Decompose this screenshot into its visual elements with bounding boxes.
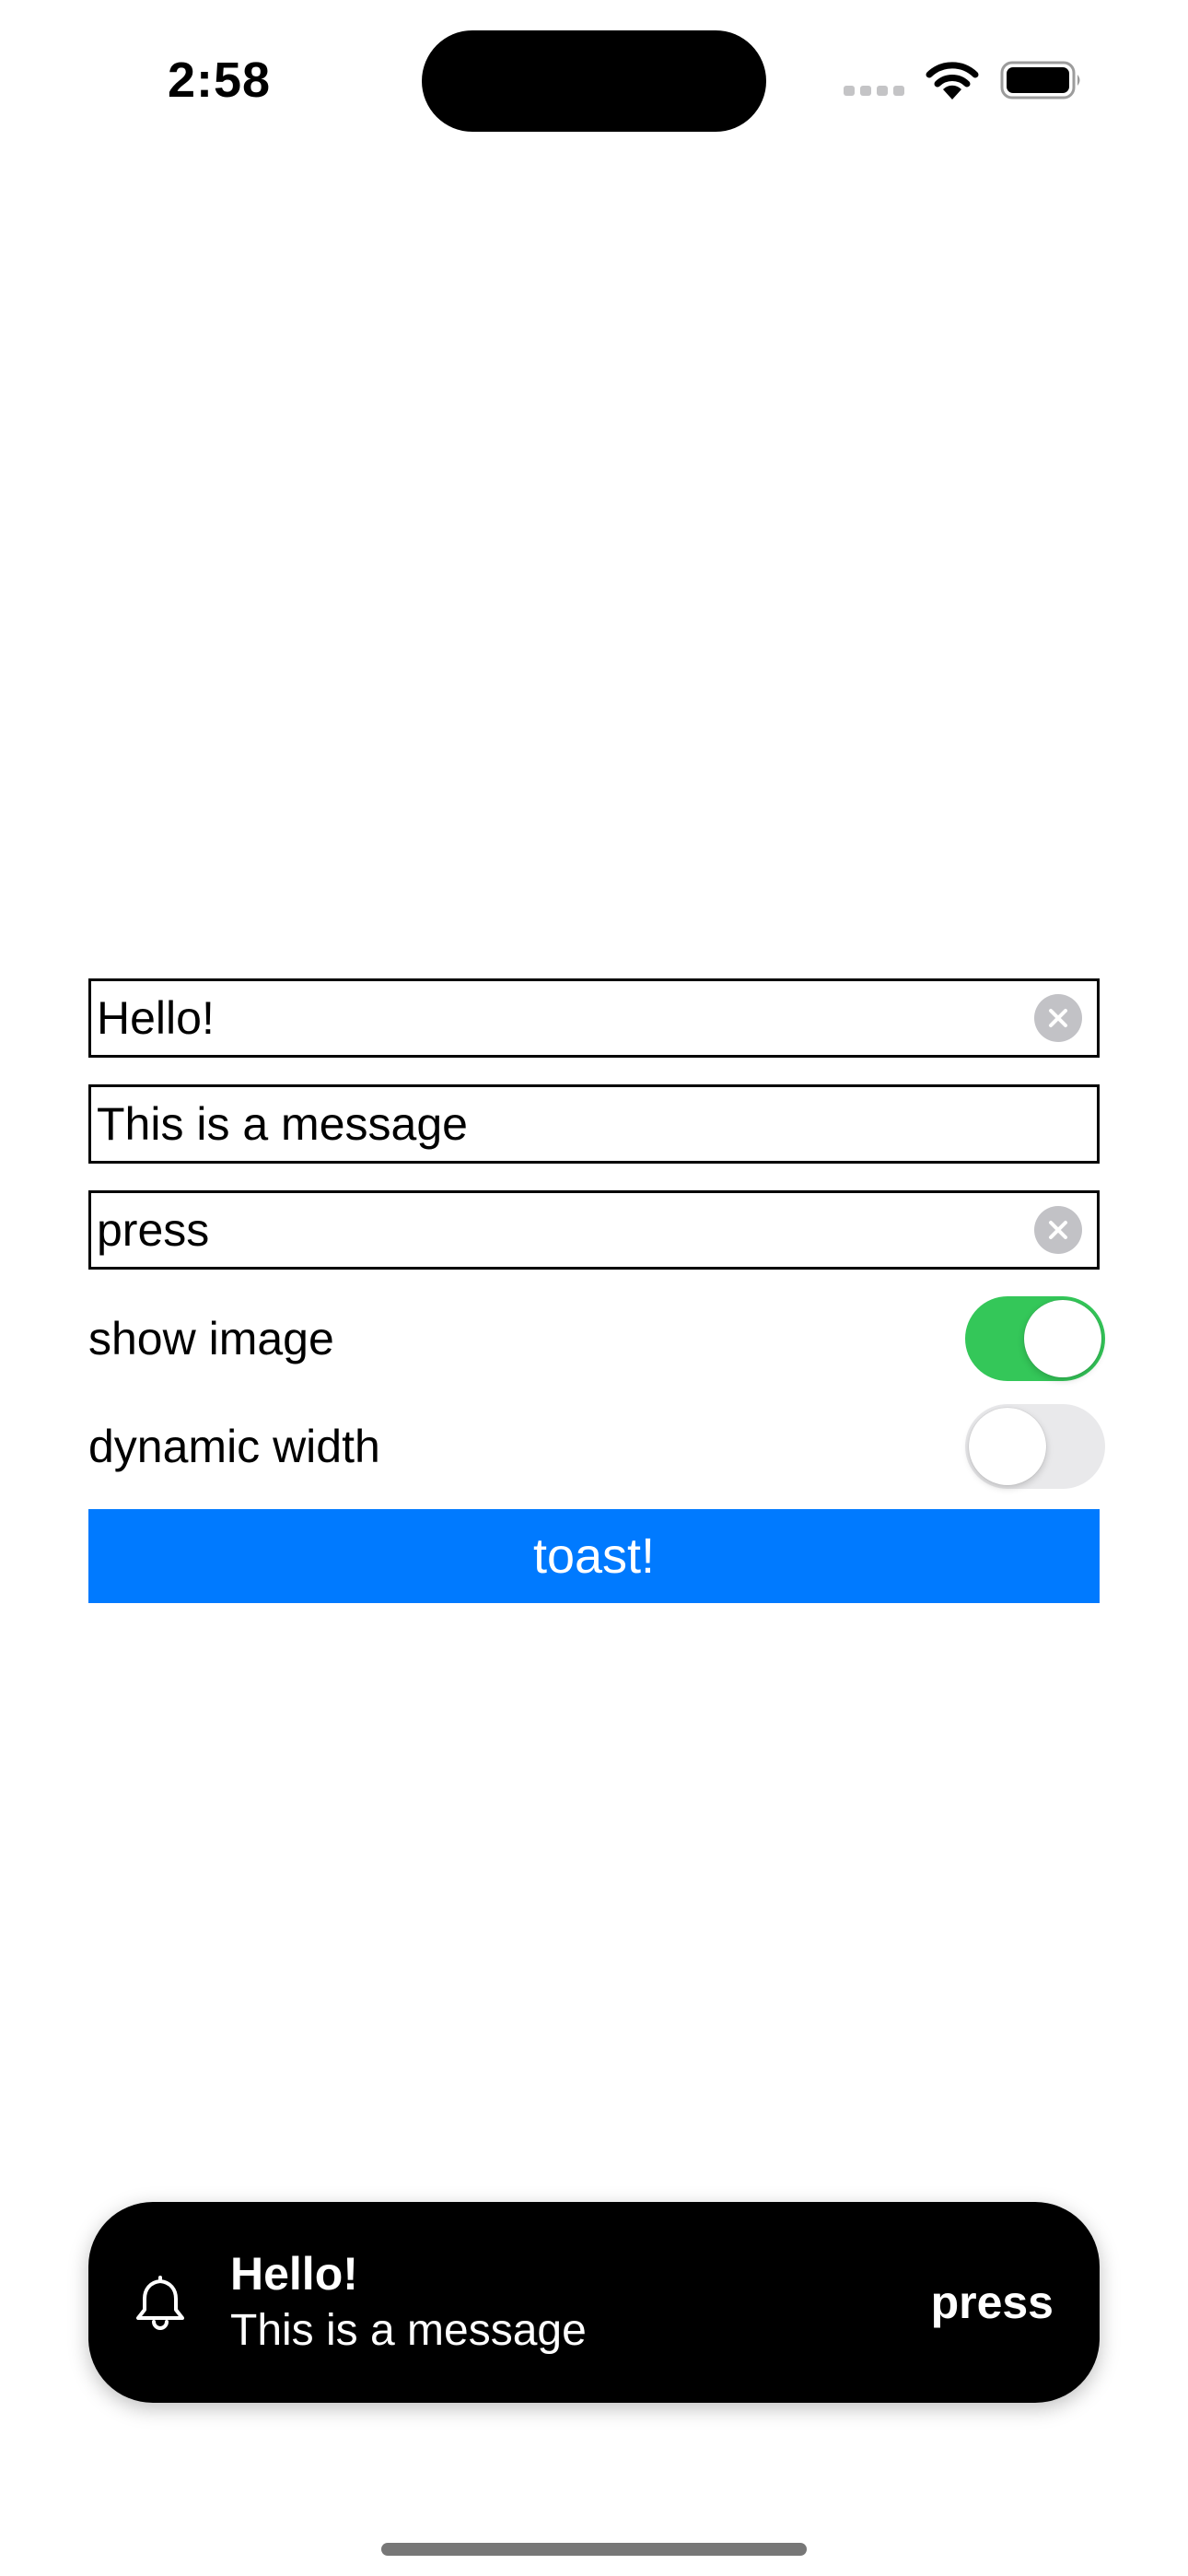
title-field[interactable]: Hello!: [88, 978, 1100, 1058]
action-field-value[interactable]: press: [91, 1190, 1034, 1270]
battery-icon: [1000, 61, 1080, 100]
dynamic-island: [422, 30, 766, 132]
dynamic-width-row: dynamic width: [88, 1402, 1105, 1491]
bell-icon: [136, 2276, 184, 2330]
toggle-knob: [1024, 1300, 1101, 1377]
action-field[interactable]: press: [88, 1190, 1100, 1270]
title-field-value[interactable]: Hello!: [91, 978, 1034, 1058]
clear-icon: [1049, 1009, 1067, 1027]
toast-text: Hello! This is a message: [230, 2245, 931, 2359]
toggle-knob: [969, 1408, 1046, 1485]
toast-action-button[interactable]: press: [931, 2276, 1054, 2329]
show-image-toggle[interactable]: [965, 1296, 1105, 1381]
toast-message: This is a message: [230, 2306, 587, 2355]
message-field[interactable]: This is a message: [88, 1084, 1100, 1164]
wifi-icon: [926, 62, 979, 100]
clear-action-button[interactable]: [1034, 1206, 1082, 1254]
show-image-row: show image: [88, 1294, 1105, 1383]
dynamic-width-toggle[interactable]: [965, 1404, 1105, 1489]
status-time: 2:58: [168, 53, 272, 108]
dynamic-width-label: dynamic width: [88, 1421, 380, 1472]
clear-title-button[interactable]: [1034, 994, 1082, 1042]
toast-title: Hello!: [230, 2248, 358, 2300]
cellular-signal-icon: [844, 86, 904, 96]
home-indicator[interactable]: [381, 2543, 807, 2556]
toast-button[interactable]: toast!: [88, 1509, 1100, 1603]
toast-notification[interactable]: Hello! This is a message press: [88, 2202, 1100, 2403]
clear-icon: [1049, 1221, 1067, 1239]
show-image-label: show image: [88, 1313, 334, 1364]
message-field-value[interactable]: This is a message: [91, 1084, 1097, 1164]
